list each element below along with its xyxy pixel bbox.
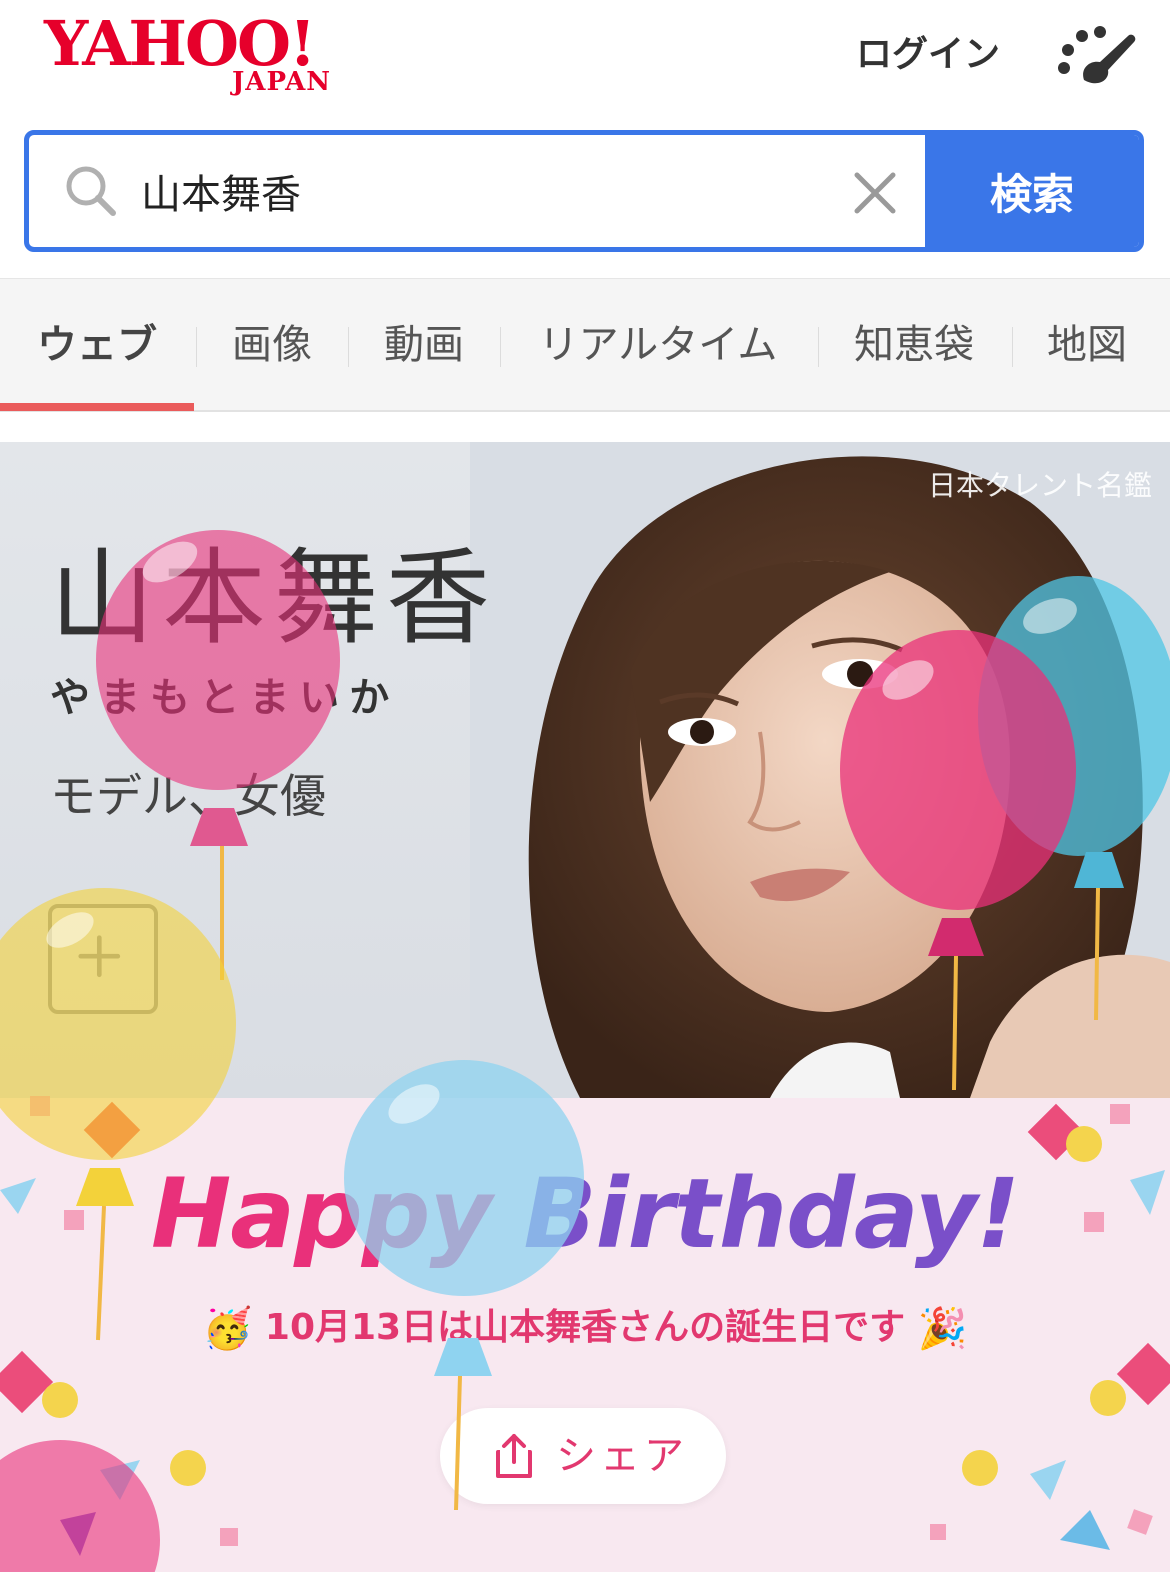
title-part-happy: Happy [150,1158,524,1270]
add-favorite-button[interactable] [48,904,158,1014]
tab-divider [818,327,819,367]
talent-name: 山本舞香 [50,537,499,659]
party-face-icon: 🥳 [202,1306,253,1352]
profile-photo[interactable] [470,442,1170,1098]
birthday-message: 🥳 10月13日は山本舞香さんの誕生日です 🎉 [0,1298,1170,1359]
party-popper-icon: 🎉 [917,1306,968,1352]
tab-map[interactable]: 地図 [1014,279,1160,411]
yahoo-japan-logo[interactable]: YAHOO! JAPAN [44,8,374,108]
tab-images[interactable]: 画像 [198,279,346,411]
login-button[interactable]: ログイン [856,30,1000,80]
source-credit: 日本タレント名鑑 [927,469,1152,502]
tab-chiebukuro[interactable]: 知恵袋 [820,279,1008,411]
share-icon [496,1434,532,1478]
header: YAHOO! JAPAN ログイン [0,0,1170,120]
birthday-banner: Happy Birthday! 🥳 10月13日は山本舞香さんの誕生日です 🎉 … [0,1098,1170,1572]
close-icon[interactable] [851,169,899,217]
search-button[interactable]: 検索 [925,135,1139,247]
tab-divider [1012,327,1013,367]
plus-icon [78,935,121,978]
search-icon [66,166,116,216]
tab-divider [500,327,501,367]
search-tabs: ウェブ 画像 動画 リアルタイム 知恵袋 地図 [0,278,1170,412]
tab-realtime[interactable]: リアルタイム [502,279,814,411]
talent-occupation: モデル、女優 [50,769,326,823]
tab-video[interactable]: 動画 [350,279,498,411]
tab-web[interactable]: ウェブ [0,279,194,411]
tab-divider [196,327,197,367]
search-bar: 検索 [24,130,1144,252]
happy-birthday-title: Happy Birthday! [0,1154,1170,1274]
share-button[interactable]: シェア [440,1408,726,1504]
share-label: シェア [556,1433,688,1479]
title-part-birthday: Birthday! [523,1158,1021,1270]
page: YAHOO! JAPAN ログイン 検索 ウェブ 画像 動画 リ [0,0,1170,1572]
search-input[interactable] [141,151,821,231]
talent-name-reading: やまもとまいか [50,675,400,721]
logo-subtitle: JAPAN [232,67,332,97]
active-tab-indicator [0,403,194,411]
tab-divider [348,327,349,367]
birthday-message-text: 10月13日は山本舞香さんの誕生日です [264,1307,906,1348]
talent-card: 日本タレント名鑑 山本舞香 やまもとまいか モデル、女優 [0,442,1170,1098]
paint-palette-icon[interactable] [1054,22,1136,88]
